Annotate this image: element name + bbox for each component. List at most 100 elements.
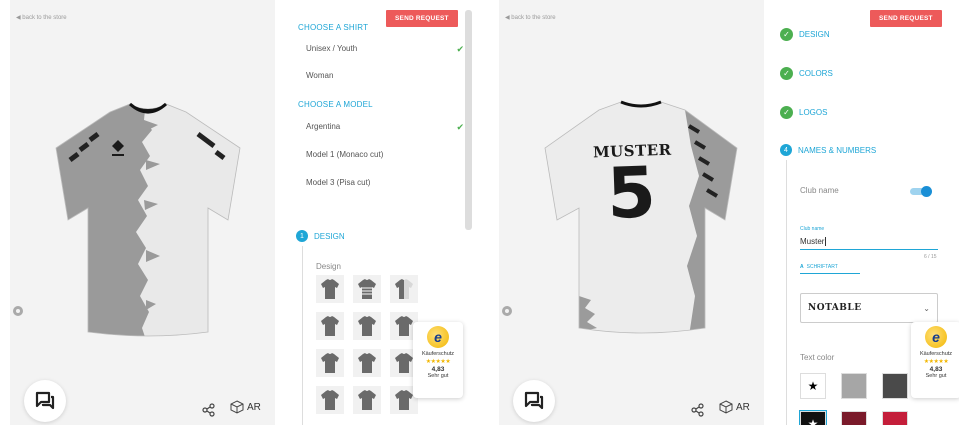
jersey-back-preview[interactable]: MUSTER 5 <box>539 96 744 336</box>
badge-label: Käuferschutz <box>919 351 953 357</box>
design-thumbnail[interactable] <box>316 312 344 340</box>
shirt-thumbnail-icon <box>395 390 413 410</box>
option-unisex-youth[interactable]: Unisex / Youth <box>306 44 466 53</box>
rating-grade: Sehr gut <box>427 373 449 379</box>
shirt-thumbnail-icon <box>321 279 339 299</box>
toggle-knob <box>921 185 932 197</box>
rating-grade: Sehr gut <box>925 373 947 379</box>
design-thumbnail[interactable] <box>353 386 381 414</box>
shirt-thumbnail-icon <box>321 316 339 336</box>
rating-score: 4,83 <box>431 366 445 373</box>
send-request-button[interactable]: SEND REQUEST <box>386 10 458 27</box>
shirt-thumbnail-icon <box>395 353 413 373</box>
step-design[interactable]: 1 DESIGN <box>296 230 345 242</box>
font-tab-label: SCHRIFTART <box>806 264 838 270</box>
option-woman[interactable]: Woman <box>306 71 466 80</box>
step-number-badge: 1 <box>296 230 308 242</box>
color-swatch[interactable]: ★ <box>800 411 826 425</box>
char-counter: 6 / 15 <box>924 254 937 260</box>
rating-stars: ★★★★★ <box>923 359 949 365</box>
chat-icon <box>524 391 544 410</box>
ar-button[interactable]: AR <box>230 400 261 414</box>
share-icon[interactable] <box>202 403 216 417</box>
text-color-swatches: ★ ★ <box>800 373 908 425</box>
design-thumbnail[interactable] <box>353 349 381 377</box>
design-thumbnail[interactable] <box>316 349 344 377</box>
badge-label: Käuferschutz <box>421 351 455 357</box>
rating-score: 4,83 <box>929 366 943 373</box>
step-title: DESIGN <box>799 30 830 39</box>
color-swatch[interactable] <box>841 411 867 425</box>
club-name-toggle-label: Club name <box>800 186 839 195</box>
configurator-panel-left: ◀ back to the store AR SEND REQUEST CHOO… <box>0 0 480 425</box>
ar-cube-icon <box>719 400 733 414</box>
step-design[interactable]: ✓ DESIGN <box>780 28 830 41</box>
jersey-front-preview[interactable] <box>48 100 248 340</box>
ar-label: AR <box>736 401 750 413</box>
font-icon: A <box>800 264 804 270</box>
design-thumbnail[interactable] <box>353 312 381 340</box>
color-swatch[interactable] <box>882 373 908 399</box>
rotate-cursor-icon <box>502 306 512 316</box>
club-name-field-label: Club name <box>800 226 825 232</box>
design-thumbnail[interactable] <box>316 386 344 414</box>
club-name-input[interactable]: Muster <box>800 234 938 250</box>
step-done-check-icon: ✓ <box>780 106 793 119</box>
send-request-button[interactable]: SEND REQUEST <box>870 10 942 27</box>
option-model-1[interactable]: Model 1 (Monaco cut) <box>306 150 466 159</box>
back-to-store-link[interactable]: ◀ back to the store <box>16 14 67 21</box>
sidebar-scrollbar[interactable] <box>465 10 472 230</box>
ar-button[interactable]: AR <box>719 400 750 414</box>
design-thumbnail[interactable] <box>316 275 344 303</box>
chat-button[interactable] <box>24 380 66 422</box>
option-argentina[interactable]: Argentina <box>306 122 466 131</box>
share-icon[interactable] <box>691 403 705 417</box>
design-label: Design <box>316 262 341 271</box>
shirt-thumbnail-icon <box>358 316 376 336</box>
design-thumbnail[interactable] <box>353 275 381 303</box>
color-swatch[interactable] <box>882 411 908 425</box>
jersey-number-text: 5 <box>605 151 658 235</box>
shirt-thumbnail-icon <box>321 353 339 373</box>
font-select-value: NOTABLE <box>808 303 862 313</box>
text-caret <box>825 237 827 246</box>
choose-model-heading: CHOOSE A MODEL <box>298 100 373 109</box>
step-logos[interactable]: ✓ LOGOS <box>780 106 827 119</box>
chat-button[interactable] <box>513 380 555 422</box>
trusted-shops-logo-icon: e <box>427 326 449 348</box>
back-to-store-link[interactable]: ◀ back to the store <box>505 14 556 21</box>
step-connector <box>786 160 787 425</box>
step-title: LOGOS <box>799 108 828 117</box>
design-thumbnail[interactable] <box>390 275 418 303</box>
color-swatch[interactable]: ★ <box>800 373 826 399</box>
text-color-label: Text color <box>800 353 835 362</box>
shirt-thumbnail-icon <box>358 353 376 373</box>
club-name-value: Muster <box>800 237 825 246</box>
step-title: NAMES & NUMBERS <box>798 145 877 155</box>
shirt-thumbnail-icon <box>395 316 413 336</box>
ar-cube-icon <box>230 400 244 414</box>
3d-viewer[interactable]: ◀ back to the store AR <box>10 0 275 425</box>
step-names-numbers[interactable]: 4 NAMES & NUMBERS <box>780 144 876 156</box>
color-swatch[interactable] <box>841 373 867 399</box>
ar-label: AR <box>247 401 261 413</box>
font-tab[interactable]: A SCHRIFTART <box>800 264 860 274</box>
trusted-shops-badge[interactable]: e Käuferschutz ★★★★★ 4,83 Sehr gut <box>911 322 959 398</box>
3d-viewer[interactable]: ◀ back to the store MUSTER 5 AR <box>499 0 764 425</box>
step-connector <box>302 246 303 425</box>
trusted-shops-badge[interactable]: e Käuferschutz ★★★★★ 4,83 Sehr gut <box>413 322 463 398</box>
step-colors[interactable]: ✓ COLORS <box>780 67 833 80</box>
trusted-shops-logo-icon: e <box>925 326 947 348</box>
step-number-badge: 4 <box>780 144 792 156</box>
chevron-down-icon: ⌄ <box>923 303 930 313</box>
shirt-thumbnail-icon <box>358 390 376 410</box>
check-icon: ✔ <box>456 122 464 132</box>
choose-shirt-heading: CHOOSE A SHIRT <box>298 23 369 32</box>
font-select[interactable]: NOTABLE ⌄ <box>800 293 938 323</box>
club-name-toggle[interactable] <box>910 185 932 197</box>
step-title: DESIGN <box>314 231 345 241</box>
step-title: COLORS <box>799 69 833 78</box>
shirt-thumbnail-icon <box>358 279 376 299</box>
option-model-3[interactable]: Model 3 (Pisa cut) <box>306 178 466 187</box>
rating-stars: ★★★★★ <box>425 359 451 365</box>
